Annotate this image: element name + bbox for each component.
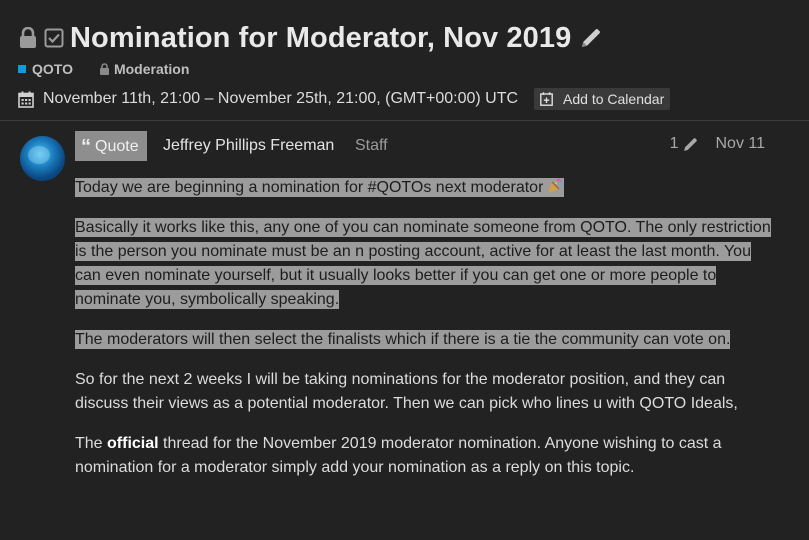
add-to-calendar-button[interactable]: Add to Calendar (534, 88, 671, 110)
selected-text: The moderators will then select the fina… (75, 330, 731, 349)
post-meta: 1 Nov 11 (670, 135, 765, 153)
edit-history-button[interactable]: 1 (670, 135, 704, 153)
topic-title: Nomination for Moderator, Nov 2019 (70, 21, 572, 54)
event-dates-row: November 11th, 21:00 – November 25th, 21… (18, 88, 671, 110)
post-header: Jeffrey Phillips Freeman Staff “ Quote 1… (75, 131, 765, 161)
pencil-icon[interactable] (579, 26, 603, 50)
username-link[interactable]: Jeffrey Phillips Freeman (163, 137, 334, 155)
lock-icon (99, 63, 110, 75)
pencil-icon (682, 136, 699, 153)
user-title: Staff (355, 137, 388, 154)
post-date[interactable]: Nov 11 (715, 135, 765, 153)
category-row: QOTO Moderation (18, 61, 189, 77)
selected-text: Basically it works like this, any one of… (75, 218, 771, 309)
paragraph-text: thread for the November 2019 moderator n… (75, 435, 722, 476)
lock-icon (18, 27, 38, 49)
post-paragraph: The official thread for the November 201… (75, 432, 775, 480)
add-to-calendar-label: Add to Calendar (563, 91, 665, 107)
category-moderation[interactable]: Moderation (99, 61, 189, 77)
category-color-square (18, 65, 26, 73)
category-label: QOTO (32, 61, 73, 77)
selected-text: Today we are beginning a nomination for … (75, 178, 544, 197)
bold-text: official (107, 435, 159, 452)
event-dates: November 11th, 21:00 – November 25th, 21… (43, 90, 519, 107)
header-divider (0, 120, 809, 121)
quote-icon: “ (81, 136, 91, 158)
category-label: Moderation (113, 61, 190, 77)
category-qoto[interactable]: QOTO (18, 61, 73, 77)
edit-count: 1 (669, 135, 679, 152)
post-paragraph: The moderators will then select the fina… (75, 328, 775, 352)
paragraph-text: The (75, 435, 108, 452)
quote-label: Quote (95, 138, 139, 155)
post-paragraph: Basically it works like this, any one of… (75, 216, 775, 312)
post-paragraph: So for the next 2 weeks I will be taking… (75, 371, 738, 412)
avatar[interactable] (20, 136, 65, 181)
party-popper-icon (548, 178, 563, 193)
post-paragraph: Today we are beginning a nomination for … (75, 176, 775, 200)
checkbox-icon (44, 28, 64, 48)
topic-page: Nomination for Moderator, Nov 2019 QOTO … (0, 0, 809, 540)
topic-title-row: Nomination for Moderator, Nov 2019 (18, 18, 603, 58)
calendar-plus-icon (540, 92, 553, 106)
calendar-icon (18, 91, 34, 108)
quote-button[interactable]: “ Quote (75, 131, 147, 161)
post-body: Today we are beginning a nomination for … (75, 176, 775, 496)
